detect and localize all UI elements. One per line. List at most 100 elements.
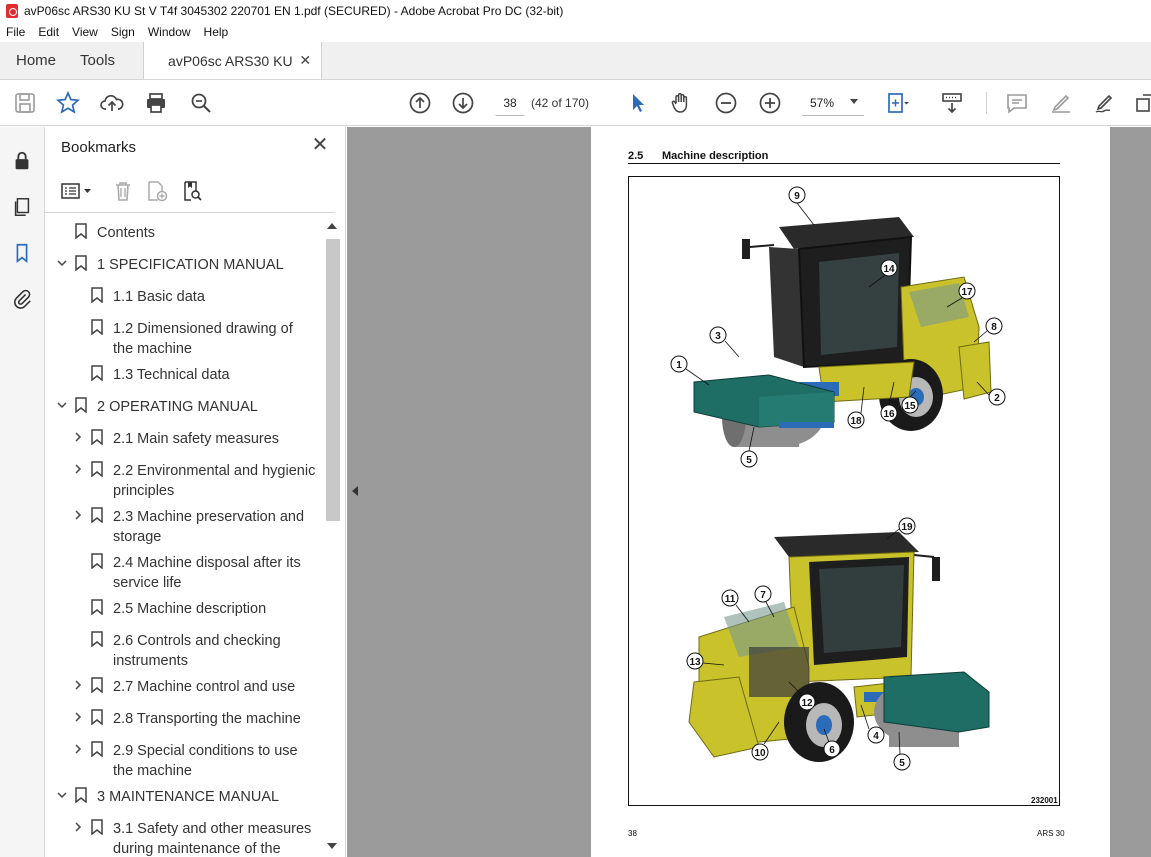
- bookmark-label: Contents: [97, 225, 156, 241]
- bookmark-ribbon-icon: [91, 429, 103, 446]
- share-export-icon[interactable]: [1132, 90, 1151, 116]
- previous-page-icon[interactable]: [407, 90, 433, 116]
- hand-tool-icon[interactable]: [668, 90, 694, 116]
- scroll-mode-icon[interactable]: [939, 90, 965, 116]
- comment-icon[interactable]: [1004, 90, 1030, 116]
- star-bookmark-icon[interactable]: [55, 90, 81, 116]
- bookmark-ribbon-icon: [75, 787, 87, 804]
- tab-tools[interactable]: Tools: [72, 42, 145, 79]
- search-zoom-icon[interactable]: [188, 90, 214, 116]
- tab-home[interactable]: Home: [0, 42, 72, 79]
- chevron-right-icon[interactable]: [71, 741, 85, 757]
- fill-sign-icon[interactable]: [1092, 90, 1118, 116]
- scroll-down-arrow-icon[interactable]: [327, 843, 337, 849]
- callout-17: 17: [961, 287, 973, 298]
- close-tab-icon[interactable]: ✕: [299, 52, 311, 69]
- page-number-input[interactable]: 38: [495, 90, 525, 116]
- callout-4: 4: [873, 731, 879, 742]
- bookmark-item[interactable]: 3 MAINTENANCE MANUAL: [55, 787, 297, 807]
- bookmark-options-menu-icon[interactable]: [60, 179, 94, 203]
- bookmark-item[interactable]: 2.4 Machine disposal after its service l…: [71, 553, 309, 593]
- acrobat-app-icon: [6, 4, 18, 18]
- upload-cloud-icon[interactable]: [99, 90, 125, 116]
- menu-file[interactable]: File: [6, 25, 25, 39]
- bookmark-item[interactable]: 1.2 Dimensioned drawing of the machine: [71, 319, 303, 359]
- bookmark-item[interactable]: 2.2 Environmental and hygienic principle…: [71, 461, 321, 501]
- bookmark-item[interactable]: 3.1 Safety and other measures during mai…: [71, 819, 313, 857]
- bookmark-item[interactable]: 2.8 Transporting the machine: [71, 709, 309, 729]
- footer-page-number: 38: [628, 829, 637, 838]
- bookmark-item[interactable]: 1.3 Technical data: [71, 365, 303, 385]
- close-panel-icon[interactable]: ✕: [310, 135, 330, 155]
- bookmark-item[interactable]: Contents: [55, 223, 297, 243]
- tab-document-label: avP06sc ARS30 KU ...: [168, 52, 293, 69]
- page-thumbnails-icon[interactable]: [10, 195, 34, 219]
- menu-sign[interactable]: Sign: [111, 25, 135, 39]
- chevron-right-icon[interactable]: [71, 819, 85, 835]
- bookmark-item[interactable]: 1.1 Basic data: [71, 287, 303, 307]
- bookmark-item[interactable]: 2.7 Machine control and use: [71, 677, 309, 697]
- next-page-icon[interactable]: [450, 90, 476, 116]
- attachments-paperclip-icon[interactable]: [10, 287, 34, 311]
- bookmark-ribbon-icon: [91, 319, 103, 336]
- scroll-up-arrow-icon[interactable]: [327, 223, 337, 229]
- bookmark-label: 2.6 Controls and checking instruments: [113, 633, 281, 669]
- bookmark-item[interactable]: 2.5 Machine description: [71, 599, 309, 619]
- chevron-right-icon[interactable]: [71, 461, 85, 477]
- callout-14: 14: [883, 264, 895, 275]
- chevron-right-icon[interactable]: [71, 677, 85, 693]
- lock-security-icon[interactable]: [10, 149, 34, 173]
- callout-13: 13: [689, 657, 701, 668]
- tab-document[interactable]: avP06sc ARS30 KU ... ✕: [144, 42, 323, 79]
- bookmark-item[interactable]: 2.1 Main safety measures: [71, 429, 303, 449]
- delete-bookmark-icon[interactable]: [111, 179, 135, 203]
- callout-3: 3: [715, 331, 721, 342]
- chevron-right-icon[interactable]: [71, 709, 85, 725]
- zoom-level-select[interactable]: 57%: [802, 90, 864, 116]
- bookmark-item[interactable]: 2.9 Special conditions to use the machin…: [71, 741, 309, 781]
- highlight-pen-icon[interactable]: [1048, 90, 1074, 116]
- zoom-in-icon[interactable]: [757, 90, 783, 116]
- menu-view[interactable]: View: [72, 25, 98, 39]
- chevron-down-icon[interactable]: [55, 397, 69, 413]
- bookmarks-toolbar: [45, 173, 335, 213]
- bookmarks-panel: Bookmarks ✕ Contents 1 SPECIFICATION MANU…: [45, 127, 346, 857]
- tab-bar: Home Tools avP06sc ARS30 KU ... ✕: [0, 42, 1151, 80]
- callout-16: 16: [883, 409, 895, 420]
- callout-18: 18: [850, 416, 862, 427]
- callout-8: 8: [991, 322, 997, 333]
- bookmark-item[interactable]: 1 SPECIFICATION MANUAL: [55, 255, 297, 275]
- page-count: (42 of 170): [531, 96, 590, 110]
- callout-7: 7: [760, 590, 766, 601]
- bookmark-ribbon-icon: [91, 553, 103, 570]
- bookmark-item[interactable]: 2.3 Machine preservation and storage: [71, 507, 309, 547]
- bookmarks-panel-title: Bookmarks: [61, 139, 137, 156]
- menu-edit[interactable]: Edit: [38, 25, 59, 39]
- chevron-down-icon[interactable]: [55, 787, 69, 803]
- find-bookmark-icon[interactable]: [180, 179, 204, 203]
- select-cursor-icon[interactable]: [625, 90, 651, 116]
- callout-12: 12: [801, 698, 813, 709]
- save-icon[interactable]: [12, 90, 38, 116]
- chevron-right-icon[interactable]: [71, 429, 85, 445]
- menu-help[interactable]: Help: [204, 25, 229, 39]
- print-icon[interactable]: [143, 90, 169, 116]
- new-bookmark-icon[interactable]: [145, 179, 169, 203]
- section-number: 2.5: [628, 150, 644, 162]
- pdf-page: 2.5 Machine description 9 14 17 8 3 1 2 …: [591, 127, 1110, 857]
- bookmark-item[interactable]: 2.6 Controls and checking instruments: [71, 631, 309, 671]
- zoom-out-icon[interactable]: [713, 90, 739, 116]
- page-fit-icon[interactable]: [884, 90, 910, 116]
- bookmarks-scrollbar-thumb[interactable]: [326, 239, 340, 521]
- bookmark-ribbon-icon: [91, 365, 103, 382]
- bookmark-ribbon-icon: [91, 819, 103, 836]
- bookmark-item[interactable]: 2 OPERATING MANUAL: [55, 397, 297, 417]
- bookmark-label: 2.1 Main safety measures: [113, 431, 280, 447]
- chevron-right-icon[interactable]: [71, 507, 85, 523]
- menu-window[interactable]: Window: [148, 25, 191, 39]
- chevron-down-icon[interactable]: [55, 255, 69, 271]
- bookmarks-panel-icon[interactable]: [10, 241, 34, 265]
- collapse-panel-arrow-icon[interactable]: [352, 486, 358, 496]
